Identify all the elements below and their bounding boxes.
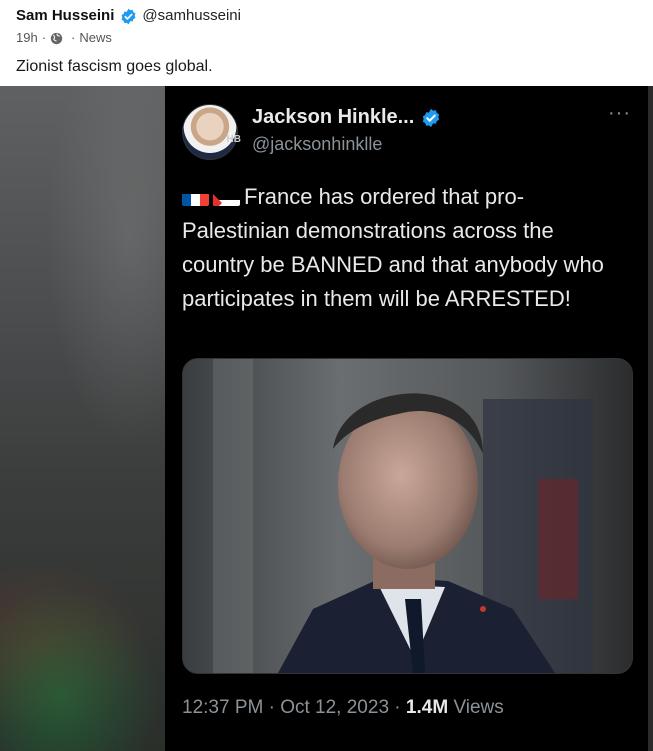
author-name[interactable]: Sam Husseini — [16, 6, 114, 26]
globe-icon — [50, 32, 63, 44]
palestine-flag-icon — [213, 188, 240, 206]
views-count: 1.4M — [405, 697, 449, 718]
blurred-background — [0, 86, 165, 751]
more-options-icon: ··· — [608, 102, 631, 124]
verified-badge-icon — [423, 108, 440, 127]
tweet-text: France has ordered that pro-Palestinian … — [182, 180, 622, 316]
views-label: Views — [453, 697, 504, 718]
embedded-tweet-screenshot: HB Jackson Hinkle... @jacksonhinklle ···… — [165, 86, 648, 751]
tweet-text-body: France has ordered that pro-Palestinian … — [182, 184, 604, 311]
tweet-photo — [182, 358, 633, 674]
tweet-timestamp-line: 12:37 PM · Oct 12, 2023 · 1.4M Views — [182, 697, 504, 719]
post-header: Sam Husseini @samhusseini 19h · · News — [16, 6, 653, 46]
tweet-author-handle: @jacksonhinklle — [252, 134, 383, 154]
france-flag-icon — [182, 188, 209, 206]
separator-dot: · — [71, 30, 76, 45]
tweet-author-row: Jackson Hinkle... — [252, 106, 446, 129]
tweet-avatar: HB — [182, 104, 241, 160]
post-meta: 19h · · News — [16, 29, 653, 47]
post-media[interactable]: HB Jackson Hinkle... @jacksonhinklle ···… — [0, 86, 653, 751]
author-handle[interactable]: @samhusseini — [142, 6, 241, 26]
blurred-background-right — [648, 86, 653, 751]
post-time[interactable]: 19h — [16, 29, 38, 47]
post-text: Zionist fascism goes global. — [16, 58, 213, 75]
post-category[interactable]: News — [79, 29, 112, 47]
tweet-timestamp: 12:37 PM · Oct 12, 2023 · — [182, 697, 401, 718]
separator-dot: · — [41, 30, 47, 45]
author-line: Sam Husseini @samhusseini — [16, 6, 653, 26]
avatar-badge: HB — [226, 134, 241, 145]
portrait-photo — [183, 359, 632, 673]
tweet-author-name: Jackson Hinkle... — [252, 106, 415, 128]
verified-badge-icon — [121, 8, 136, 24]
